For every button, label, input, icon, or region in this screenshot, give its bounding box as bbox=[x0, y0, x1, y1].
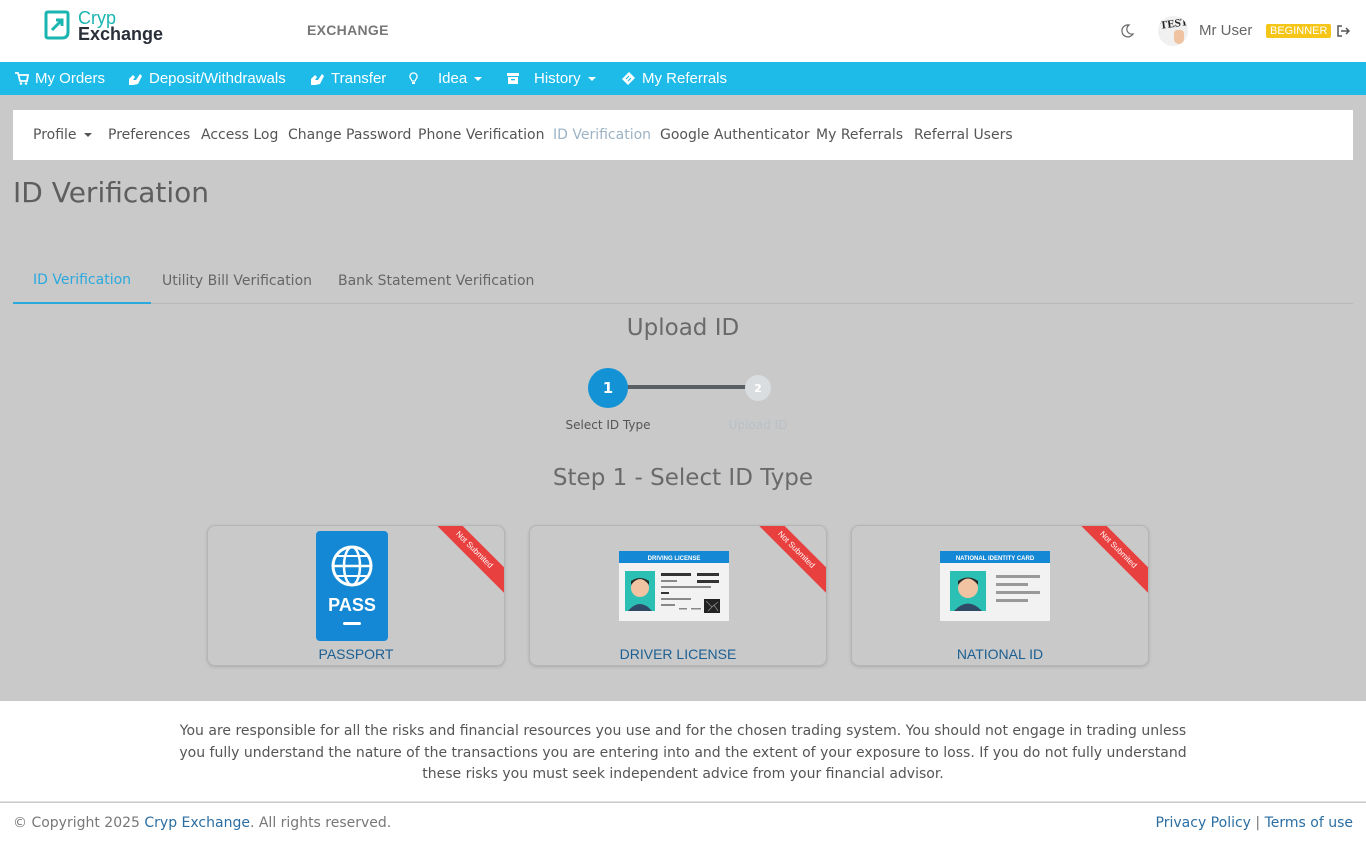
footer-separator: | bbox=[1255, 815, 1261, 831]
nav-label: Deposit/Withdrawals bbox=[149, 70, 286, 87]
license-image-text: DRIVING LICENSE bbox=[648, 556, 701, 562]
nav-label: My Referrals bbox=[642, 70, 728, 87]
card-label: DRIVER LICENSE bbox=[619, 646, 737, 662]
username[interactable]: Mr User bbox=[1199, 22, 1252, 39]
subnav-phone-verification[interactable]: Phone Verification bbox=[418, 110, 544, 160]
footer-brand-link[interactable]: Cryp Exchange bbox=[144, 815, 250, 831]
status-ribbon-text: Not Submited bbox=[435, 526, 504, 595]
ticket-icon bbox=[622, 72, 635, 85]
nav-transfer[interactable]: Transfer bbox=[310, 62, 386, 95]
dark-mode-moon-icon[interactable] bbox=[1119, 23, 1135, 39]
step-heading: Step 1 - Select ID Type bbox=[552, 465, 814, 491]
avatar-hand bbox=[1174, 30, 1184, 44]
subnav-preferences[interactable]: Preferences bbox=[108, 110, 190, 160]
nav-label: Idea bbox=[438, 70, 468, 87]
avatar[interactable]: TEST bbox=[1158, 16, 1188, 46]
subnav-my-referrals[interactable]: My Referrals bbox=[816, 110, 903, 160]
archive-icon bbox=[507, 73, 519, 84]
copyright-prefix: © Copyright 2025 bbox=[13, 815, 145, 831]
top-header: Cryp Exchange EXCHANGE TEST Mr User BEGI… bbox=[0, 0, 1366, 62]
subnav-access-log[interactable]: Access Log bbox=[201, 110, 278, 160]
exchange-link[interactable]: EXCHANGE bbox=[307, 22, 389, 38]
lightbulb-icon bbox=[409, 72, 418, 84]
status-ribbon-text: Not Submited bbox=[757, 526, 826, 595]
status-ribbon: Not Submited bbox=[1079, 526, 1148, 595]
subnav-google-authenticator[interactable]: Google Authenticator bbox=[660, 110, 810, 160]
nav-deposit-withdrawals[interactable]: Deposit/Withdrawals bbox=[128, 62, 286, 95]
terms-of-use-link[interactable]: Terms of use bbox=[1265, 815, 1353, 831]
status-ribbon-text: Not Submited bbox=[1079, 526, 1148, 595]
subnav-profile[interactable]: Profile bbox=[33, 110, 92, 160]
national-id-image-text: NATIONAL IDENTITY CARD bbox=[956, 556, 1035, 562]
risk-disclaimer: You are responsible for all the risks an… bbox=[179, 723, 1187, 782]
chevron-down-icon bbox=[83, 133, 92, 137]
hands-icon bbox=[129, 73, 142, 85]
nav-history[interactable]: History bbox=[506, 62, 596, 95]
tab-bank-statement-verification[interactable]: Bank Statement Verification bbox=[338, 258, 534, 304]
logo-line2: Exchange bbox=[78, 24, 164, 44]
national-id-card[interactable]: NATIONAL IDENTITY CARD Not Submited NATI… bbox=[851, 525, 1149, 666]
subnav-referral-users[interactable]: Referral Users bbox=[914, 110, 1013, 160]
status-ribbon: Not Submited bbox=[757, 526, 826, 595]
copyright: © Copyright 2025 Cryp Exchange. All righ… bbox=[13, 815, 391, 831]
tab-id-verification[interactable]: ID Verification bbox=[13, 258, 152, 304]
copyright-suffix: . All rights reserved. bbox=[249, 815, 392, 831]
subnav-label: Profile bbox=[33, 127, 77, 143]
nav-idea[interactable]: Idea bbox=[409, 62, 483, 95]
passport-icon: PASS bbox=[316, 531, 388, 641]
stepper: 1 2 Select ID Type Upload ID bbox=[0, 366, 1366, 446]
upload-title: Upload ID bbox=[626, 315, 740, 341]
brand-logo[interactable]: Cryp Exchange bbox=[44, 9, 164, 44]
hands-icon bbox=[311, 73, 324, 85]
avatar-text: TEST bbox=[1159, 16, 1188, 32]
chevron-down-icon bbox=[474, 76, 483, 81]
stepper-line bbox=[616, 385, 754, 389]
step-2-circle: 2 bbox=[745, 375, 771, 401]
passport-image-text: PASS bbox=[328, 595, 376, 615]
main-navbar: My Orders Deposit/Withdrawals Transfer I… bbox=[0, 62, 1366, 95]
chevron-down-icon bbox=[587, 76, 596, 81]
passport-card[interactable]: PASS Not Submited PASSPORT bbox=[207, 525, 505, 666]
status-ribbon: Not Submited bbox=[435, 526, 504, 595]
cart-icon bbox=[15, 72, 29, 85]
subnav-id-verification[interactable]: ID Verification bbox=[553, 110, 651, 160]
nav-label: History bbox=[534, 70, 581, 87]
page-title: ID Verification bbox=[13, 176, 210, 209]
logo-icon bbox=[44, 10, 70, 40]
step-1-circle: 1 bbox=[588, 368, 628, 408]
step-1-label: Select ID Type bbox=[565, 418, 651, 432]
tab-utility-bill-verification[interactable]: Utility Bill Verification bbox=[162, 258, 312, 304]
nav-label: My Orders bbox=[35, 70, 106, 87]
disclaimer-section: You are responsible for all the risks an… bbox=[0, 701, 1366, 802]
logout-icon[interactable] bbox=[1337, 25, 1350, 37]
subnav-change-password[interactable]: Change Password bbox=[288, 110, 411, 160]
step-2-label: Upload ID bbox=[728, 418, 788, 432]
level-badge: BEGINNER bbox=[1266, 24, 1332, 38]
driver-license-card[interactable]: DRIVING LICENSE Not Submited DRIVER LICE… bbox=[529, 525, 827, 666]
card-label: PASSPORT bbox=[318, 646, 394, 662]
privacy-policy-link[interactable]: Privacy Policy bbox=[1156, 815, 1251, 831]
nav-my-referrals[interactable]: My Referrals bbox=[621, 62, 727, 95]
nav-my-orders[interactable]: My Orders bbox=[15, 62, 105, 95]
verification-tabs: ID Verification Utility Bill Verificatio… bbox=[13, 258, 1353, 304]
driver-license-icon: DRIVING LICENSE bbox=[619, 551, 729, 621]
nav-label: Transfer bbox=[331, 70, 387, 87]
profile-subnav: Profile Preferences Access Log Change Pa… bbox=[13, 110, 1353, 160]
footer: © Copyright 2025 Cryp Exchange. All righ… bbox=[0, 803, 1366, 846]
footer-links: Privacy Policy | Terms of use bbox=[1156, 815, 1353, 831]
card-label: NATIONAL ID bbox=[956, 646, 1044, 662]
national-id-icon: NATIONAL IDENTITY CARD bbox=[940, 551, 1050, 621]
